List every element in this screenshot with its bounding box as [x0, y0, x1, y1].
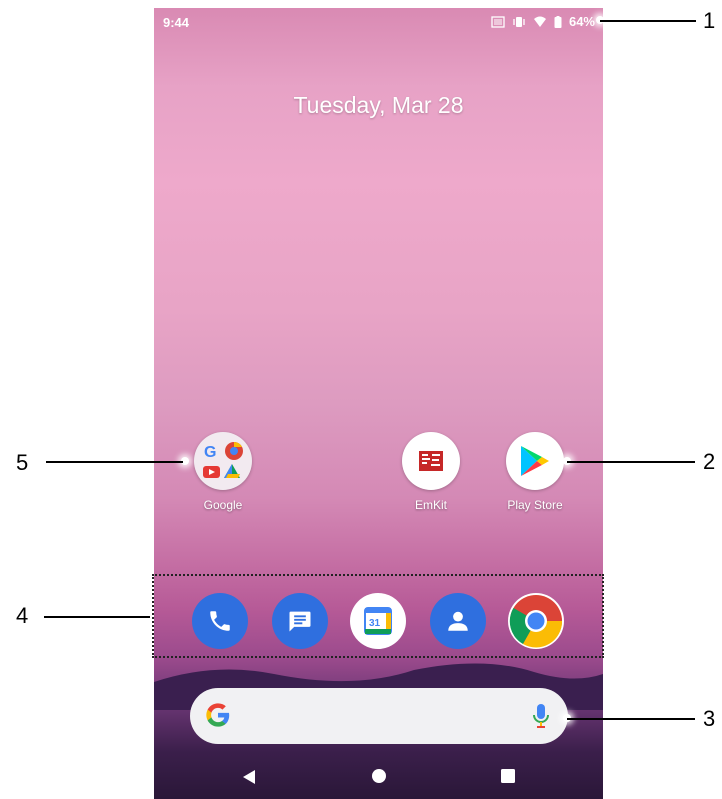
- emkit-app[interactable]: EmKit: [396, 432, 466, 512]
- callout-number-2: 2: [703, 449, 716, 474]
- google-folder-label: Google: [203, 498, 243, 512]
- dock-highlight-box: [152, 574, 604, 658]
- phone-screen: 9:44 64% Tuesday, Mar 28 G Google EmKit: [154, 8, 603, 799]
- home-icon[interactable]: [371, 768, 387, 784]
- google-folder[interactable]: G Google: [188, 432, 258, 512]
- battery-icon: [554, 15, 562, 28]
- callout-number-3: 3: [703, 706, 716, 731]
- callout-line-5: [46, 461, 183, 463]
- vibrate-icon: [513, 16, 525, 27]
- play-store-icon[interactable]: [506, 432, 564, 490]
- wifi-icon: [533, 16, 546, 27]
- callout-number-5: 5: [16, 450, 29, 475]
- date-widget[interactable]: Tuesday, Mar 28: [154, 92, 603, 119]
- status-time: 9:44: [163, 15, 190, 30]
- recents-icon[interactable]: [500, 768, 516, 784]
- callout-line-4: [44, 616, 150, 618]
- google-folder-icon[interactable]: G: [194, 432, 252, 490]
- google-g-icon: [206, 703, 230, 727]
- emkit-label: EmKit: [414, 498, 447, 512]
- svg-text:G: G: [204, 444, 216, 461]
- callout-line-2: [567, 461, 695, 463]
- navigation-bar: [154, 756, 603, 799]
- scanner-icon: [491, 15, 505, 28]
- callout-line-1: [600, 20, 696, 22]
- status-bar: 9:44 64%: [154, 8, 603, 36]
- emkit-icon[interactable]: [402, 432, 460, 490]
- battery-percent: 64%: [568, 14, 595, 29]
- callout-line-3: [567, 718, 695, 720]
- callout-number-1: 1: [703, 8, 716, 33]
- back-icon[interactable]: [241, 768, 257, 786]
- callout-number-4: 4: [16, 603, 29, 628]
- play-store-app[interactable]: Play Store: [500, 432, 570, 512]
- play-store-label: Play Store: [507, 498, 563, 512]
- google-search-bar[interactable]: [190, 688, 568, 744]
- microphone-icon[interactable]: [532, 703, 550, 729]
- status-icons: 64%: [491, 14, 595, 29]
